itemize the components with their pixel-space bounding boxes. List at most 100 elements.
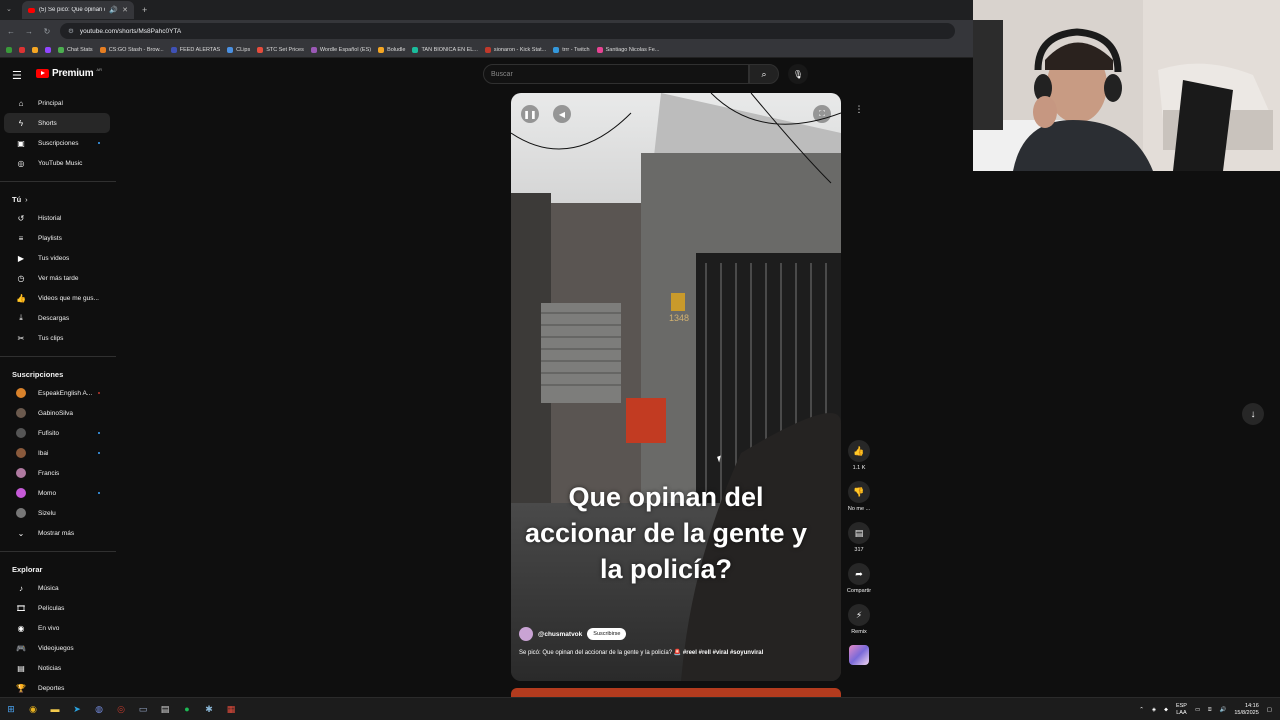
- sidebar-item[interactable]: ▶ Tus videos: [4, 248, 110, 268]
- display-icon[interactable]: ▭: [1195, 707, 1200, 713]
- bookmark-item[interactable]: Santiago Nicolas Fe...: [596, 46, 659, 53]
- apps-icon[interactable]: [6, 46, 12, 53]
- steam-icon[interactable]: ✱: [198, 698, 220, 720]
- notification-icon[interactable]: ▢: [1267, 707, 1272, 713]
- comments-button[interactable]: ▤ 317: [843, 522, 875, 553]
- sidebar-item[interactable]: ◉ En vivo: [4, 618, 110, 638]
- sidebar-item[interactable]: 🏆 Deportes: [4, 678, 110, 697]
- bookmark-item[interactable]: CLips: [227, 46, 251, 53]
- search-input[interactable]: Buscar: [483, 64, 749, 84]
- site-info-icon[interactable]: ⚙: [68, 27, 74, 35]
- new-tab-icon[interactable]: +: [142, 5, 147, 15]
- voice-search-button[interactable]: 🎙: [788, 64, 808, 84]
- bookmark-item[interactable]: trrr - Twitch: [553, 46, 590, 53]
- sidebar-item[interactable]: EspeakEnglish A...: [4, 383, 110, 403]
- back-icon[interactable]: ←: [4, 27, 18, 36]
- pause-button[interactable]: ❚❚: [521, 105, 539, 123]
- show-more-button[interactable]: ⌄ Mostrar más: [4, 523, 110, 543]
- close-tab-icon[interactable]: ✕: [122, 6, 128, 14]
- bookmark-item[interactable]: Wordle Español (ES): [310, 46, 371, 53]
- spotify-icon[interactable]: ●: [176, 698, 198, 720]
- sidebar-item[interactable]: ◷ Ver más tarde: [4, 268, 110, 288]
- sidebar-item[interactable]: Momo: [4, 483, 110, 503]
- sidebar-item[interactable]: Francis: [4, 463, 110, 483]
- bookmark-item[interactable]: TAN BIONICA EN EL...: [412, 46, 478, 53]
- subscribe-button[interactable]: Suscribirse: [587, 628, 627, 640]
- network-icon[interactable]: ⌸: [1208, 707, 1211, 714]
- tray-app-icon[interactable]: ◈: [1152, 707, 1156, 713]
- file-explorer-icon[interactable]: ▬: [44, 698, 66, 720]
- sidebar-item[interactable]: Sizelu: [4, 503, 110, 523]
- chrome-icon[interactable]: ◉: [22, 698, 44, 720]
- forward-icon[interactable]: →: [22, 27, 36, 36]
- url-field[interactable]: ⚙ youtube.com/shorts/Ms8Pahc0YTA: [60, 23, 955, 39]
- sidebar-item[interactable]: ⤓ Descargas: [4, 308, 110, 328]
- calendar-icon[interactable]: ▦: [220, 698, 242, 720]
- sidebar-item[interactable]: 🎮 Videojuegos: [4, 638, 110, 658]
- bookmark-item[interactable]: FEED ALERTAS: [170, 46, 220, 53]
- video-caption[interactable]: Se picó: Que opinan del accionar de la g…: [519, 648, 819, 658]
- volume-tray-icon[interactable]: 🔊: [1219, 707, 1226, 713]
- bookmark-icon[interactable]: [19, 46, 25, 53]
- bookmark-item[interactable]: CS:GO Stash - Brow...: [99, 46, 164, 53]
- sidebar-item[interactable]: ↺ Historial: [4, 208, 110, 228]
- bookmark-item[interactable]: Boludle: [378, 46, 405, 53]
- bookmark-label: CLips: [236, 46, 251, 53]
- sidebar-item[interactable]: ⌂ Principal: [4, 93, 110, 113]
- remix-button[interactable]: ⚡ Remix: [843, 604, 875, 635]
- fullscreen-button[interactable]: ⛶: [813, 105, 831, 123]
- sidebar-item-label: Ver más tarde: [38, 274, 79, 282]
- next-short-preview[interactable]: [511, 688, 841, 697]
- bookmark-icon[interactable]: [45, 46, 51, 53]
- share-button[interactable]: ➦ Compartir: [843, 563, 875, 594]
- sidebar-item[interactable]: ♪ Música: [4, 578, 110, 598]
- window-icon[interactable]: ▭: [132, 698, 154, 720]
- menu-icon[interactable]: ☰: [12, 69, 22, 82]
- reload-icon[interactable]: ↻: [40, 27, 54, 36]
- next-short-button[interactable]: ↓: [1242, 403, 1264, 425]
- sidebar-item-label: Películas: [38, 604, 65, 612]
- more-options-icon[interactable]: ⋮: [851, 104, 867, 120]
- speaker-icon[interactable]: 🔊: [109, 6, 118, 14]
- tray-app-icon[interactable]: ⬥: [1164, 707, 1168, 714]
- tab-search-icon[interactable]: ⌄: [6, 5, 12, 13]
- notepad-icon[interactable]: ▤: [154, 698, 176, 720]
- caption-hashtags[interactable]: #reel #rell #viral #soyunviral: [683, 650, 763, 656]
- audio-thumbnail[interactable]: [843, 645, 875, 665]
- bookmark-item[interactable]: sionaron - Kick Stat...: [484, 46, 546, 53]
- bookmark-item[interactable]: STC Set Prices: [257, 46, 304, 53]
- youtube-premium-logo[interactable]: Premium AR: [36, 67, 102, 79]
- sidebar-section-header[interactable]: Tú ›: [0, 190, 116, 208]
- shorts-player[interactable]: 1348 ❚❚ ◀ ⛶ Que opinan del accionar de l…: [511, 93, 841, 681]
- telegram-icon[interactable]: ➤: [66, 698, 88, 720]
- tray-chevron-icon[interactable]: ⌃: [1139, 707, 1144, 713]
- start-icon[interactable]: ⊞: [0, 698, 22, 720]
- browser-tab-active[interactable]: (5) Se picó: Que opinan del 🔊 ✕: [22, 1, 134, 19]
- language-indicator[interactable]: ESP LAA: [1176, 703, 1187, 717]
- bookmark-icon[interactable]: [32, 46, 38, 53]
- sidebar-item-label: Ibai: [38, 449, 49, 457]
- sidebar-item[interactable]: GabinoSilva: [4, 403, 110, 423]
- dislike-button[interactable]: 👎 No me ...: [843, 481, 875, 512]
- obs-icon[interactable]: ◎: [110, 698, 132, 720]
- microphone-icon: 🎙: [792, 69, 804, 79]
- sidebar-item[interactable]: ▣ Suscripciones: [4, 133, 110, 153]
- clock[interactable]: 14:16 15/8/2025: [1234, 703, 1258, 717]
- volume-button[interactable]: ◀: [553, 105, 571, 123]
- sidebar-item[interactable]: ϟ Shorts: [4, 113, 110, 133]
- search-button[interactable]: ⌕: [749, 64, 779, 84]
- sidebar-item[interactable]: ≡ Playlists: [4, 228, 110, 248]
- sidebar-item[interactable]: 🎞 Películas: [4, 598, 110, 618]
- discord-icon[interactable]: ◍: [88, 698, 110, 720]
- sidebar-item[interactable]: ✂ Tus clips: [4, 328, 110, 348]
- sidebar-item[interactable]: Fufisito: [4, 423, 110, 443]
- sidebar-item[interactable]: 👍 Videos que me gus...: [4, 288, 110, 308]
- bookmark-item[interactable]: Chat Stats: [58, 46, 93, 53]
- sidebar-item[interactable]: Ibai: [4, 443, 110, 463]
- sidebar-item[interactable]: ◎ YouTube Music: [4, 153, 110, 173]
- channel-avatar[interactable]: [519, 627, 533, 641]
- like-button[interactable]: 👍 1.1 K: [843, 440, 875, 471]
- download-icon: ⤓: [19, 313, 23, 322]
- channel-name[interactable]: @chusmatvok: [538, 631, 582, 638]
- sidebar-item[interactable]: ▤ Noticias: [4, 658, 110, 678]
